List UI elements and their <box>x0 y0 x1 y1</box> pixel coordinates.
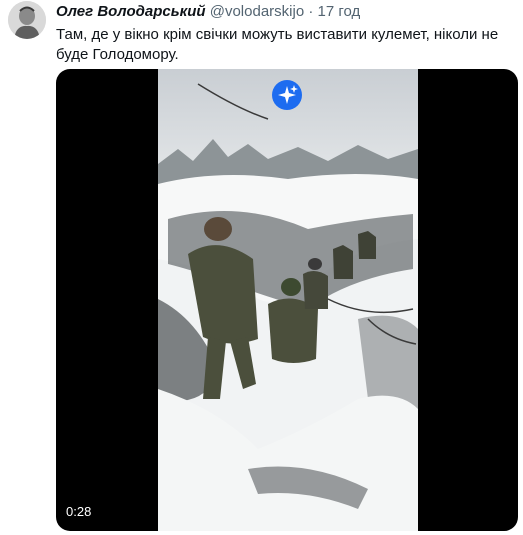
author-handle[interactable]: @volodarskijo <box>210 3 304 20</box>
sparkle-icon <box>272 80 302 110</box>
tweet-text: Там, де у вікно крім свічки можуть виста… <box>56 26 499 63</box>
avatar[interactable] <box>8 1 46 39</box>
video-frame <box>158 69 418 531</box>
tweet-time[interactable]: 17 год <box>318 3 361 20</box>
avatar-image <box>8 1 46 39</box>
tweet: Олег Володарський @volodarskijo · 17 год… <box>0 0 523 535</box>
video-player[interactable]: 0:28 <box>56 69 518 531</box>
separator-dot: · <box>308 3 314 20</box>
author-name[interactable]: Олег Володарський <box>56 3 206 20</box>
tweet-header: Олег Володарський @volodarskijo · 17 год <box>56 3 360 21</box>
video-duration: 0:28 <box>66 504 92 519</box>
